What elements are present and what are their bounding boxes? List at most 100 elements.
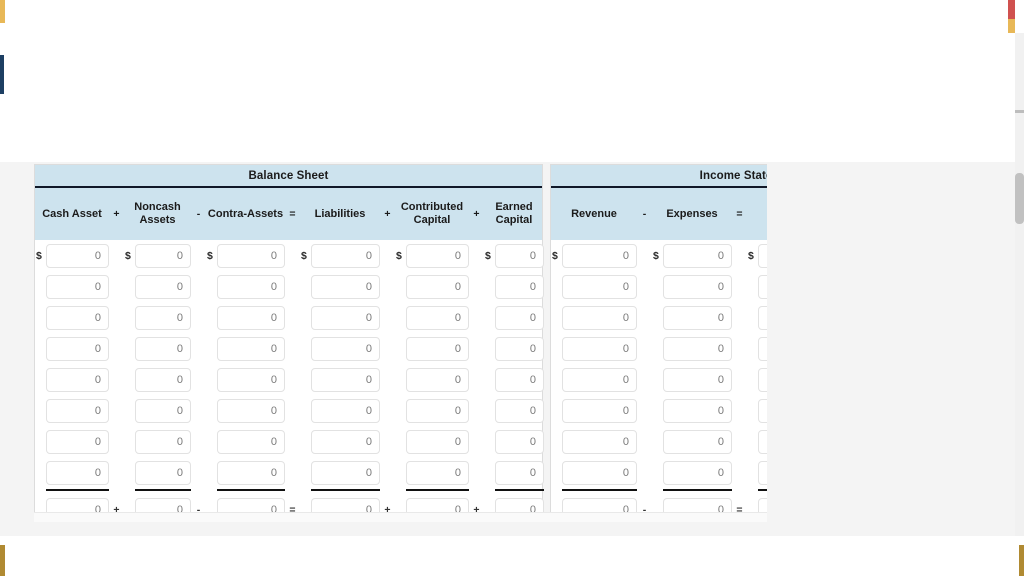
- currency-symbol: $: [484, 343, 495, 355]
- amount-input-expenses-row6[interactable]: [663, 398, 732, 423]
- amount-input-liabilities-row7[interactable]: [311, 429, 380, 454]
- currency-symbol: $: [206, 467, 217, 479]
- amount-input-contra-assets-row6[interactable]: [217, 398, 285, 423]
- amount-input-expenses-row3[interactable]: [663, 305, 732, 330]
- amount-input-net-inc-row1[interactable]: [758, 243, 767, 268]
- amount-input-revenue-row8[interactable]: [562, 460, 637, 485]
- amount-input-liabilities-row3[interactable]: [311, 305, 380, 330]
- currency-symbol: $: [551, 281, 562, 293]
- amount-input-contributed-capital-row7[interactable]: [406, 429, 469, 454]
- amount-input-expenses-row4[interactable]: [663, 336, 732, 361]
- amount-input-revenue-row2[interactable]: [562, 274, 637, 299]
- amount-input-earned-capital-row8[interactable]: [495, 460, 544, 485]
- amount-input-noncash-assets-row8[interactable]: [135, 460, 191, 485]
- amount-input-cash-asset-row3[interactable]: [46, 305, 109, 330]
- table-row: $ $ $ $ $ $: [35, 333, 544, 364]
- amount-input-expenses-row1[interactable]: [663, 243, 732, 268]
- operator-header-minus-1: -: [196, 208, 201, 220]
- amount-input-net-inc-row6[interactable]: [758, 398, 767, 423]
- amount-cell: $: [747, 395, 767, 426]
- amount-input-contra-assets-row7[interactable]: [217, 429, 285, 454]
- amount-input-contributed-capital-row1[interactable]: [406, 243, 469, 268]
- vertical-scrollbar-thumb[interactable]: [1015, 173, 1024, 224]
- amount-input-revenue-row7[interactable]: [562, 429, 637, 454]
- amount-input-liabilities-row6[interactable]: [311, 398, 380, 423]
- amount-cell: $: [35, 395, 109, 426]
- amount-input-net-inc-row5[interactable]: [758, 367, 767, 392]
- amount-input-cash-asset-row5[interactable]: [46, 367, 109, 392]
- amount-input-contra-assets-row8[interactable]: [217, 460, 285, 485]
- amount-input-wrapper: [46, 243, 109, 268]
- amount-input-revenue-row3[interactable]: [562, 305, 637, 330]
- currency-symbol: $: [484, 374, 495, 386]
- amount-input-contributed-capital-row2[interactable]: [406, 274, 469, 299]
- amount-input-contributed-capital-row6[interactable]: [406, 398, 469, 423]
- amount-input-contra-assets-row4[interactable]: [217, 336, 285, 361]
- amount-input-expenses-row2[interactable]: [663, 274, 732, 299]
- currency-symbol: $: [206, 343, 217, 355]
- amount-input-cash-asset-row6[interactable]: [46, 398, 109, 423]
- amount-cell: $: [484, 333, 544, 364]
- amount-input-contributed-capital-row4[interactable]: [406, 336, 469, 361]
- amount-input-net-inc-row7[interactable]: [758, 429, 767, 454]
- amount-cell: $: [206, 457, 285, 488]
- amount-input-earned-capital-row3[interactable]: [495, 305, 544, 330]
- vertical-scrollbar-track[interactable]: [1015, 33, 1024, 536]
- amount-input-earned-capital-row4[interactable]: [495, 336, 544, 361]
- currency-symbol: $: [124, 436, 135, 448]
- amount-input-noncash-assets-row3[interactable]: [135, 305, 191, 330]
- table-row: $ $ $ $ $ $: [35, 364, 544, 395]
- amount-input-revenue-row1[interactable]: [562, 243, 637, 268]
- amount-input-cash-asset-row7[interactable]: [46, 429, 109, 454]
- amount-input-noncash-assets-row7[interactable]: [135, 429, 191, 454]
- amount-input-noncash-assets-row5[interactable]: [135, 367, 191, 392]
- amount-cell: $: [747, 302, 767, 333]
- amount-input-cash-asset-row1[interactable]: [46, 243, 109, 268]
- amount-input-contributed-capital-row5[interactable]: [406, 367, 469, 392]
- amount-input-earned-capital-row2[interactable]: [495, 274, 544, 299]
- amount-input-revenue-row6[interactable]: [562, 398, 637, 423]
- amount-input-contra-assets-row3[interactable]: [217, 305, 285, 330]
- worksheet-scroll-viewport[interactable]: Balance Sheet Cash Asset + Noncash Asset…: [34, 164, 767, 522]
- amount-input-liabilities-row8[interactable]: [311, 460, 380, 485]
- amount-input-wrapper: [406, 398, 469, 423]
- amount-input-earned-capital-row5[interactable]: [495, 367, 544, 392]
- currency-symbol: $: [652, 374, 663, 386]
- operator-header-equals-1: =: [289, 208, 296, 220]
- amount-input-noncash-assets-row4[interactable]: [135, 336, 191, 361]
- amount-input-noncash-assets-row1[interactable]: [135, 243, 191, 268]
- amount-input-wrapper: [758, 336, 767, 361]
- amount-input-earned-capital-row7[interactable]: [495, 429, 544, 454]
- amount-input-liabilities-row4[interactable]: [311, 336, 380, 361]
- amount-input-earned-capital-row1[interactable]: [495, 243, 544, 268]
- amount-input-net-inc-row2[interactable]: [758, 274, 767, 299]
- amount-input-expenses-row8[interactable]: [663, 460, 732, 485]
- amount-input-earned-capital-row6[interactable]: [495, 398, 544, 423]
- amount-input-net-inc-row3[interactable]: [758, 305, 767, 330]
- amount-input-cash-asset-row2[interactable]: [46, 274, 109, 299]
- amount-input-revenue-row4[interactable]: [562, 336, 637, 361]
- operator-header-plus-1: +: [113, 208, 120, 220]
- amount-input-cash-asset-row8[interactable]: [46, 460, 109, 485]
- amount-input-liabilities-row5[interactable]: [311, 367, 380, 392]
- amount-input-net-inc-row8[interactable]: [758, 460, 767, 485]
- amount-cell: $: [124, 457, 191, 488]
- amount-input-contributed-capital-row3[interactable]: [406, 305, 469, 330]
- amount-input-contra-assets-row5[interactable]: [217, 367, 285, 392]
- currency-symbol: $: [301, 249, 307, 262]
- amount-input-noncash-assets-row2[interactable]: [135, 274, 191, 299]
- amount-input-cash-asset-row4[interactable]: [46, 336, 109, 361]
- amount-input-contra-assets-row2[interactable]: [217, 274, 285, 299]
- page-surface-bottom: [0, 536, 1010, 576]
- amount-input-contributed-capital-row8[interactable]: [406, 460, 469, 485]
- amount-input-liabilities-row2[interactable]: [311, 274, 380, 299]
- amount-input-liabilities-row1[interactable]: [311, 243, 380, 268]
- amount-input-wrapper: [562, 460, 637, 485]
- amount-input-revenue-row5[interactable]: [562, 367, 637, 392]
- amount-input-contra-assets-row1[interactable]: [217, 243, 285, 268]
- amount-input-net-inc-row4[interactable]: [758, 336, 767, 361]
- amount-input-noncash-assets-row6[interactable]: [135, 398, 191, 423]
- amount-input-expenses-row7[interactable]: [663, 429, 732, 454]
- rule-segment: [663, 489, 732, 491]
- amount-input-expenses-row5[interactable]: [663, 367, 732, 392]
